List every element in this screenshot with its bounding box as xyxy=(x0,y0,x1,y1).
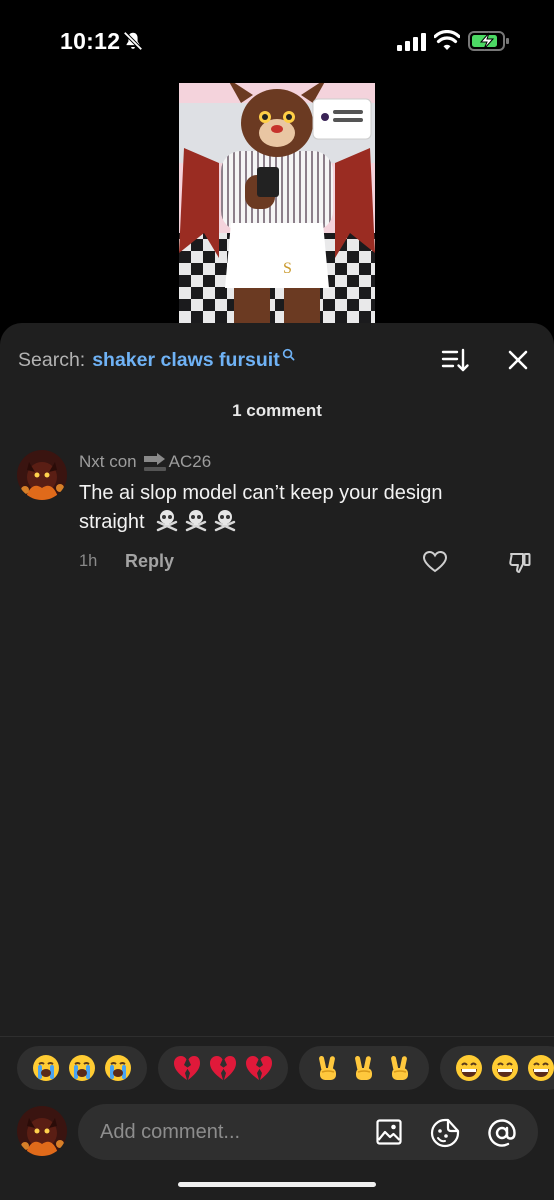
broken-heart-icon xyxy=(210,1056,236,1080)
dislike-icon[interactable] xyxy=(507,549,533,575)
my-avatar[interactable] xyxy=(17,1106,67,1156)
video-preview-image[interactable]: S xyxy=(179,83,375,327)
beaming-face-icon xyxy=(528,1055,554,1081)
quick-emoji-grin[interactable] xyxy=(440,1046,554,1090)
quick-emoji-victory[interactable] xyxy=(299,1046,429,1090)
loudly-crying-face-icon xyxy=(33,1055,59,1081)
broken-heart-icon xyxy=(246,1056,272,1080)
reply-button[interactable]: Reply xyxy=(125,551,174,572)
victory-hand-icon xyxy=(391,1055,408,1080)
search-term-link[interactable]: shaker claws fursuit xyxy=(92,349,280,372)
search-prefix-label: Search: xyxy=(18,348,86,371)
quick-emoji-broken-heart[interactable] xyxy=(158,1046,288,1090)
beaming-face-icon xyxy=(456,1055,482,1081)
username-start: Nxt con xyxy=(79,452,137,471)
sticker-emoji-icon[interactable] xyxy=(429,1117,461,1149)
comment-timestamp: 1h xyxy=(79,552,98,570)
skull-crossbones-icon xyxy=(156,510,178,532)
username-end: AC26 xyxy=(168,452,212,471)
comment-body: The ai slop model can’t keep your design… xyxy=(79,479,509,537)
soon-arrow-icon xyxy=(143,453,166,471)
commenter-avatar[interactable] xyxy=(17,450,67,500)
heart-icon[interactable] xyxy=(422,549,448,575)
status-time: 10:12 xyxy=(60,28,121,54)
comment-input[interactable]: Add comment... xyxy=(78,1104,538,1160)
image-icon[interactable] xyxy=(375,1118,403,1146)
skull-crossbones-icon xyxy=(185,510,207,532)
svg-text:S: S xyxy=(283,260,292,277)
cellular-signal-icon xyxy=(397,33,426,51)
battery-charging-icon xyxy=(468,31,509,51)
sort-icon[interactable] xyxy=(441,346,471,374)
skull-crossbones-icon xyxy=(214,510,236,532)
loudly-crying-face-icon xyxy=(105,1055,131,1081)
bottom-divider xyxy=(0,1036,554,1037)
comment-input-placeholder: Add comment... xyxy=(100,1121,241,1143)
close-icon[interactable] xyxy=(504,346,532,374)
comment-count: 1 comment xyxy=(232,401,322,420)
search-suggestion[interactable]: Search: shaker claws fursuit xyxy=(18,346,295,374)
home-indicator[interactable] xyxy=(178,1182,376,1187)
comment-text: The ai slop model can’t keep your design… xyxy=(79,482,443,533)
commenter-username[interactable]: Nxt con AC26 xyxy=(79,452,211,472)
status-bar: 10:12 xyxy=(0,0,554,84)
victory-hand-icon xyxy=(355,1055,372,1080)
victory-hand-icon xyxy=(319,1055,336,1080)
broken-heart-icon xyxy=(174,1056,200,1080)
search-icon xyxy=(282,348,295,360)
mention-at-icon[interactable] xyxy=(486,1117,518,1149)
loudly-crying-face-icon xyxy=(69,1055,95,1081)
quick-emoji-crying[interactable] xyxy=(17,1046,147,1090)
wifi-icon xyxy=(434,30,460,50)
bell-off-icon xyxy=(123,31,143,51)
beaming-face-icon xyxy=(492,1055,518,1081)
